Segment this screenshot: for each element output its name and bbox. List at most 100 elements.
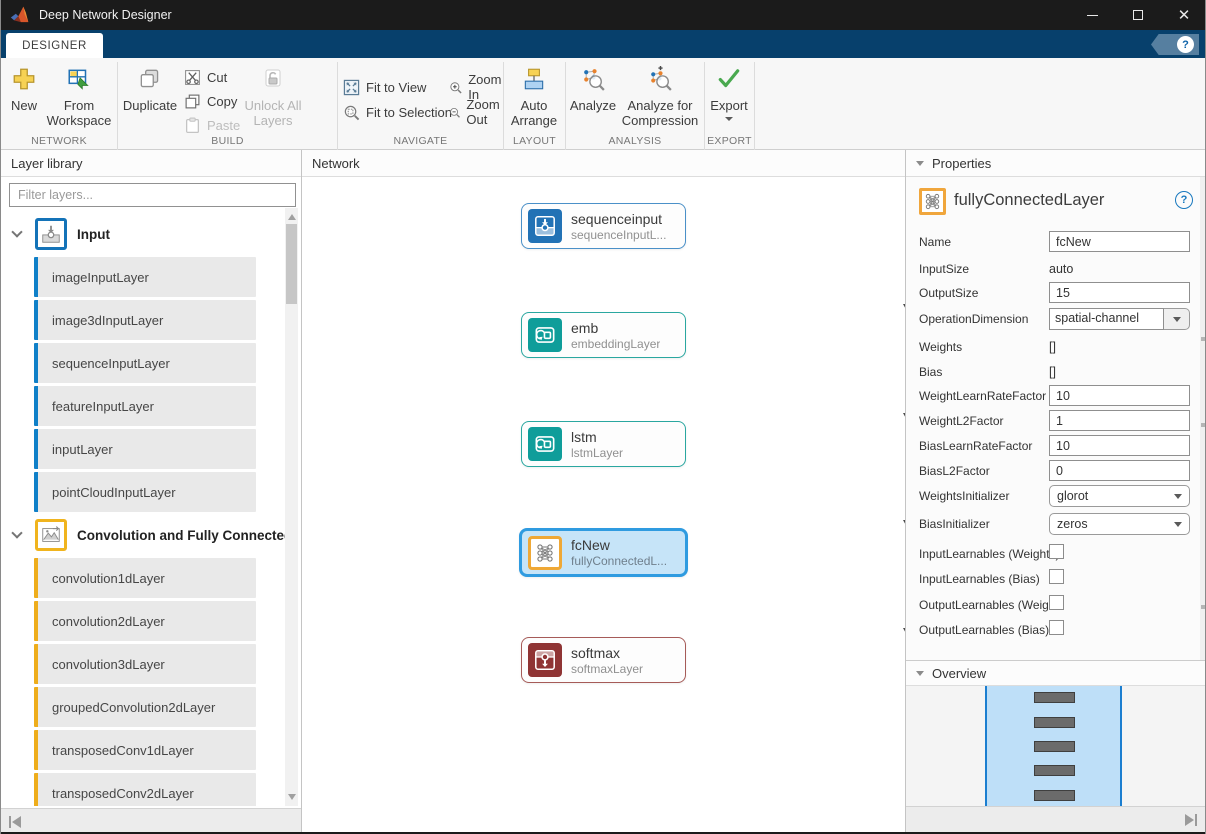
filter-layers-input[interactable] (9, 183, 296, 207)
property-row-biasinitializer: BiasInitializer zeros (919, 513, 1197, 535)
chevron-down-icon (1174, 494, 1182, 499)
network-canvas[interactable]: sequenceinput sequenceInputL... emb embe… (302, 177, 905, 832)
help-icon: ? (1177, 36, 1194, 53)
properties-title: Properties (932, 156, 991, 171)
paste-button[interactable]: Paste (184, 115, 240, 135)
title-bar: Deep Network Designer ✕ (1, 0, 1206, 30)
export-check-icon (716, 63, 742, 95)
biaslearnratefactor-input[interactable] (1049, 435, 1190, 456)
node-lstm[interactable]: lstm lstmLayer (521, 421, 686, 467)
overview-header[interactable]: Overview (906, 660, 1206, 686)
weightsinitializer-select[interactable]: glorot (1049, 485, 1190, 507)
zoom-out-icon (449, 104, 460, 121)
fit-to-selection-button[interactable]: Fit to Selection (343, 102, 452, 122)
properties-scrollbar[interactable] (1200, 177, 1206, 660)
node-fcNew-selected[interactable]: fcNew fullyConnectedL... (519, 528, 688, 577)
property-row-weights: Weights [] (919, 336, 1197, 358)
unlock-all-layers-button[interactable]: Unlock All Layers (242, 63, 304, 128)
property-row-operationdimension: OperationDimension spatial-channel (919, 308, 1197, 330)
library-item-convolution1dLayer[interactable]: convolution1dLayer (34, 558, 256, 598)
properties-collapse-bar[interactable] (906, 806, 1206, 832)
property-row-outputlearnables-weights: OutputLearnables (Weig... (919, 594, 1197, 616)
fit-to-view-button[interactable]: Fit to View (343, 77, 426, 97)
biasinitializer-select[interactable]: zeros (1049, 513, 1190, 535)
weightl2factor-input[interactable] (1049, 410, 1190, 431)
library-item-inputLayer[interactable]: inputLayer (34, 429, 256, 469)
bias-value: [] (1049, 365, 1056, 379)
library-item-featureInputLayer[interactable]: featureInputLayer (34, 386, 256, 426)
properties-header[interactable]: Properties (906, 150, 1206, 177)
property-row-inputsize: InputSize auto (919, 258, 1197, 280)
toolbar-section-network: New From Workspace NETWORK (1, 58, 117, 150)
weightlearnratefactor-input[interactable] (1049, 385, 1190, 406)
network-canvas-header: Network (302, 150, 905, 177)
library-item-groupedConvolution2dLayer[interactable]: groupedConvolution2dLayer (34, 687, 256, 727)
close-button[interactable]: ✕ (1161, 0, 1206, 30)
duplicate-icon (137, 63, 163, 95)
fit-to-selection-icon (343, 104, 360, 121)
library-item-sequenceInputLayer[interactable]: sequenceInputLayer (34, 343, 256, 383)
chevron-down-icon (1173, 317, 1181, 322)
toolbar-section-layout: Auto Arrange LAYOUT (504, 58, 565, 150)
inputlearnables-weights-checkbox[interactable] (1049, 544, 1064, 559)
property-row-name: Name (919, 231, 1197, 253)
maximize-button[interactable] (1115, 0, 1161, 30)
library-section-convolution[interactable]: Convolution and Fully Connected (13, 519, 292, 551)
auto-arrange-button[interactable]: Auto Arrange (506, 63, 562, 128)
new-button[interactable]: New (3, 63, 45, 113)
inputlearnables-bias-checkbox[interactable] (1049, 569, 1064, 584)
from-workspace-icon (66, 63, 92, 95)
scrollbar-thumb[interactable] (286, 224, 297, 304)
analyze-for-compression-button[interactable]: Analyze for Compression (618, 63, 702, 128)
duplicate-button[interactable]: Duplicate (122, 63, 178, 113)
close-icon: ✕ (1178, 8, 1191, 23)
outputsize-input[interactable] (1049, 282, 1190, 303)
library-section-input[interactable]: Input (13, 218, 110, 250)
collapse-right-icon (1185, 814, 1197, 826)
property-row-weightl2factor: WeightL2Factor (919, 410, 1197, 432)
help-button[interactable]: ? (1151, 34, 1199, 55)
minimize-button[interactable] (1069, 0, 1115, 30)
library-item-imageInputLayer[interactable]: imageInputLayer (34, 257, 256, 297)
overview-minimap[interactable] (906, 686, 1206, 806)
name-input[interactable] (1049, 231, 1190, 252)
biasl2factor-input[interactable] (1049, 460, 1190, 481)
copy-button[interactable]: Copy (184, 91, 237, 111)
library-item-convolution2dLayer[interactable]: convolution2dLayer (34, 601, 256, 641)
zoom-in-button[interactable]: Zoom In (449, 77, 505, 97)
library-item-image3dInputLayer[interactable]: image3dInputLayer (34, 300, 256, 340)
minimap-node (1034, 765, 1075, 776)
zoom-out-button[interactable]: Zoom Out (449, 102, 505, 122)
property-row-bias: Bias [] (919, 361, 1197, 383)
cut-button[interactable]: Cut (184, 67, 227, 87)
library-item-pointCloudInputLayer[interactable]: pointCloudInputLayer (34, 472, 256, 512)
library-collapse-bar[interactable] (1, 808, 301, 834)
layer-library-header: Layer library (1, 150, 301, 177)
outputlearnables-bias-checkbox[interactable] (1049, 620, 1064, 635)
from-workspace-button[interactable]: From Workspace (47, 63, 111, 128)
tab-designer[interactable]: DESIGNER (6, 33, 103, 58)
node-emb[interactable]: emb embeddingLayer (521, 312, 686, 358)
copy-icon (184, 93, 201, 110)
node-sequenceinput[interactable]: sequenceinput sequenceInputL... (521, 203, 686, 249)
layer-help-button[interactable]: ? (1175, 191, 1193, 209)
cut-icon (184, 69, 201, 86)
unlock-icon (261, 63, 285, 95)
outputlearnables-weights-checkbox[interactable] (1049, 595, 1064, 610)
library-item-convolution3dLayer[interactable]: convolution3dLayer (34, 644, 256, 684)
export-button[interactable]: Export (707, 63, 751, 121)
softmax-layer-icon (528, 643, 562, 677)
operationdimension-input[interactable]: spatial-channel (1049, 308, 1164, 330)
library-scrollbar[interactable] (285, 208, 298, 806)
chevron-down-icon (1174, 522, 1182, 527)
node-softmax[interactable]: softmax softmaxLayer (521, 637, 686, 683)
node-name: softmax (571, 645, 643, 662)
matlab-logo-icon (10, 5, 30, 25)
analyze-button[interactable]: Analyze (567, 63, 619, 113)
layer-library-list: Input imageInputLayer image3dInputLayer … (1, 208, 301, 806)
library-item-transposedConv1dLayer[interactable]: transposedConv1dLayer (34, 730, 256, 770)
library-item-transposedConv2dLayer[interactable]: transposedConv2dLayer (34, 773, 256, 806)
operationdimension-dropdown-button[interactable] (1164, 308, 1190, 330)
fully-connected-layer-icon (919, 188, 946, 215)
node-name: fcNew (571, 537, 667, 554)
